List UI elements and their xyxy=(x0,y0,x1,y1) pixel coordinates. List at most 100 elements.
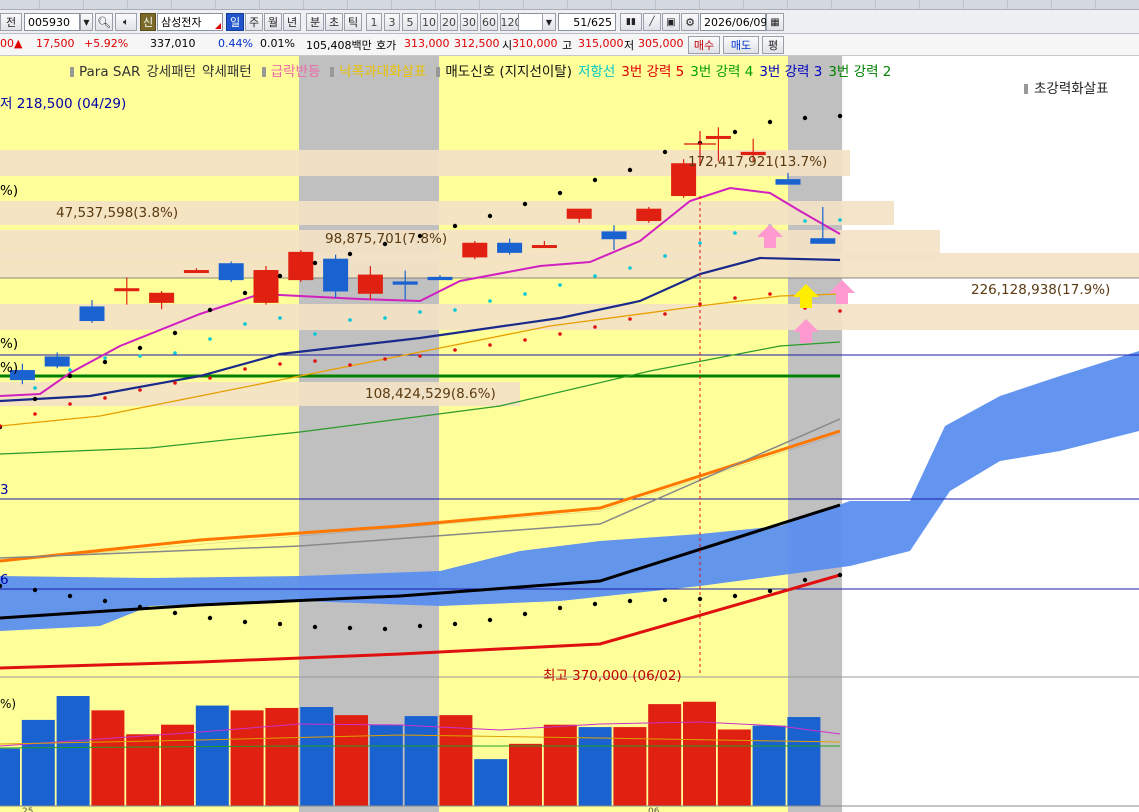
legend-item[interactable]: 3번 강력 2 xyxy=(828,64,891,80)
sell-button[interactable]: 매도 xyxy=(723,36,759,54)
interval-button[interactable]: 20 xyxy=(440,13,458,31)
period-tab[interactable]: 월 xyxy=(264,13,282,31)
interval-button[interactable]: 5 xyxy=(402,13,418,31)
menu-item[interactable] xyxy=(264,0,304,9)
sound-button[interactable]: 🔈︎ xyxy=(115,13,137,31)
sar-dot xyxy=(662,149,668,155)
interval-button[interactable]: 60 xyxy=(480,13,498,31)
signal-dot xyxy=(768,292,772,296)
period-tab[interactable]: 초 xyxy=(325,13,343,31)
menu-item[interactable] xyxy=(836,0,876,9)
menu-item[interactable] xyxy=(616,0,656,9)
menu-item[interactable] xyxy=(572,0,612,9)
menu-item[interactable] xyxy=(880,0,920,9)
stock-code-input[interactable]: 005930 xyxy=(24,13,80,31)
price-fragment: 00 xyxy=(0,37,14,50)
ichimoku-dot xyxy=(592,601,598,607)
interval-button[interactable]: 10 xyxy=(420,13,438,31)
menu-item[interactable] xyxy=(396,0,436,9)
volume-bar xyxy=(161,724,194,806)
ichimoku-dot xyxy=(802,577,808,583)
legend-item[interactable]: 낙폭과대화살표 xyxy=(339,64,426,80)
ichimoku-dot xyxy=(207,615,213,621)
menu-item[interactable] xyxy=(748,0,788,9)
low-label: 저 xyxy=(624,39,635,52)
period-tab[interactable]: 분 xyxy=(306,13,324,31)
period-tab[interactable]: 틱 xyxy=(344,13,362,31)
calendar-icon: ▦ xyxy=(770,16,780,28)
menu-item[interactable] xyxy=(660,0,700,9)
legend-item[interactable]: 저항선 xyxy=(578,64,615,80)
sar-dot xyxy=(767,119,773,125)
legend-item[interactable]: 급락반등 xyxy=(271,64,321,80)
open-label: 시 xyxy=(502,39,513,52)
legend-item[interactable]: 3번 강력 4 xyxy=(690,64,753,80)
volume-bar xyxy=(509,743,542,806)
menu-item[interactable] xyxy=(440,0,480,9)
legend-item[interactable]: 매도신호 (지지선이탈) xyxy=(445,64,572,80)
menu-item[interactable] xyxy=(352,0,392,9)
period-tab[interactable]: 년 xyxy=(283,13,301,31)
menu-item[interactable] xyxy=(0,0,40,9)
eval-button[interactable]: 평 xyxy=(762,36,784,54)
price-chart[interactable]: Para SAR 강세패턴 약세패턴 급락반등 낙폭과대화살표 매도신호 (지지선이탈) 저… xyxy=(0,56,1139,812)
page-counter[interactable]: 51/625 xyxy=(558,13,616,31)
legend-item[interactable]: 3번 강력 5 xyxy=(621,64,684,80)
candle-body xyxy=(79,306,105,322)
menu-item[interactable] xyxy=(792,0,832,9)
period-tab[interactable]: 주 xyxy=(245,13,263,31)
code-dropdown-arrow[interactable]: ▼ xyxy=(80,13,93,31)
draw-tool-button[interactable]: ╱ xyxy=(643,13,661,31)
menu-item[interactable] xyxy=(528,0,568,9)
ichimoku-dot xyxy=(172,610,178,616)
menu-item[interactable] xyxy=(308,0,348,9)
legend-item[interactable]: 초강력화살표 xyxy=(1034,81,1109,97)
menu-item[interactable] xyxy=(220,0,260,9)
chart-tool-button[interactable]: ▮▮ xyxy=(620,13,642,31)
resistance-dot xyxy=(593,274,597,278)
legend-item[interactable]: 강세패턴 xyxy=(146,64,196,80)
interval-button[interactable]: 3 xyxy=(384,13,400,31)
calendar-button[interactable]: ▦ xyxy=(766,13,784,31)
volume-value: 337,010 xyxy=(150,37,196,50)
menu-item[interactable] xyxy=(704,0,744,9)
save-button[interactable]: ▣ xyxy=(662,13,680,31)
sar-dot xyxy=(592,177,598,183)
prefix-button[interactable]: 전 xyxy=(0,13,22,31)
menu-item[interactable] xyxy=(132,0,172,9)
menu-item[interactable] xyxy=(968,0,1008,9)
menu-item[interactable] xyxy=(88,0,128,9)
legend-item[interactable]: 3번 강력 3 xyxy=(759,64,822,80)
buy-button[interactable]: 매수 xyxy=(688,36,720,54)
menu-item[interactable] xyxy=(44,0,84,9)
edge-label: 6 xyxy=(0,572,9,588)
interval-dropdown[interactable]: ▼ xyxy=(542,13,556,31)
signal-dot xyxy=(278,362,282,366)
chart-canvas[interactable] xyxy=(0,56,1139,812)
period-tab[interactable]: 일 xyxy=(226,13,244,31)
stock-code-value: 005930 xyxy=(28,15,70,29)
menu-item[interactable] xyxy=(1100,0,1139,9)
settings-button[interactable]: ⚙ xyxy=(681,13,699,31)
legend-item[interactable]: 약세패턴 xyxy=(202,64,252,80)
stock-name-field[interactable]: 삼성전자 xyxy=(157,13,223,31)
resistance-dot xyxy=(803,219,807,223)
interval-button[interactable]: 1 xyxy=(366,13,382,31)
legend-marker-icon xyxy=(436,67,441,77)
legend-marker-icon xyxy=(70,67,74,77)
menu-item[interactable] xyxy=(176,0,216,9)
candle-body xyxy=(427,276,453,281)
chevron-down-icon: ▼ xyxy=(83,17,90,27)
menu-item[interactable] xyxy=(1012,0,1052,9)
date-input[interactable]: 2026/06/09 xyxy=(700,13,767,31)
menu-item[interactable] xyxy=(924,0,964,9)
legend-marker-icon xyxy=(330,67,335,77)
legend-item[interactable]: Para SAR xyxy=(79,64,140,80)
interval-button[interactable]: 30 xyxy=(460,13,478,31)
ichimoku-dot xyxy=(627,598,633,604)
resistance-dot xyxy=(628,266,632,270)
bid-price: 312,500 xyxy=(454,37,500,50)
search-button[interactable]: 🔍︎ xyxy=(95,13,113,31)
menu-item[interactable] xyxy=(1056,0,1096,9)
menu-item[interactable] xyxy=(484,0,524,9)
